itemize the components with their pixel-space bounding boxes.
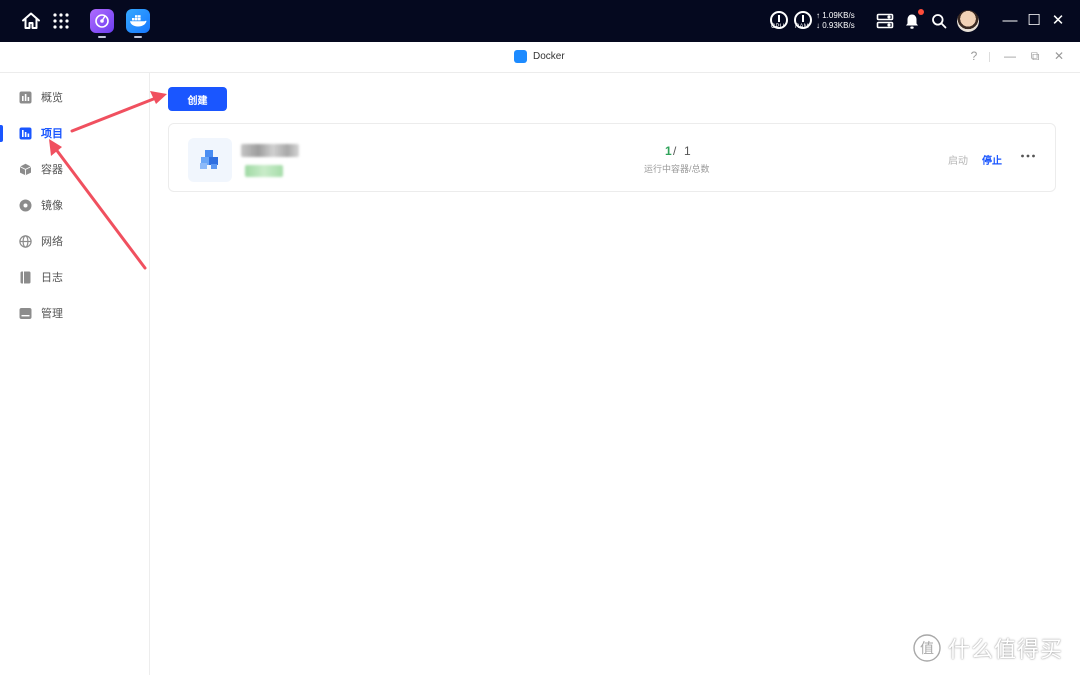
create-button[interactable]: 创建 <box>168 87 227 111</box>
cube-icon <box>19 163 32 176</box>
app-grid-icon[interactable] <box>51 11 71 31</box>
window-restore-button[interactable]: ⧉ <box>1028 49 1042 63</box>
window-titlebar: Docker ? — ⧉ ✕ <box>0 42 1080 73</box>
sidebar-item-network[interactable]: 网络 <box>0 226 149 256</box>
window-close-button[interactable]: ✕ <box>1052 49 1066 63</box>
more-options-icon[interactable] <box>1020 148 1036 164</box>
project-icon <box>188 138 232 182</box>
watermark: 值 什么值得买 <box>912 632 1063 664</box>
sidebar-item-projects[interactable]: 项目 <box>0 118 149 148</box>
sidebar-item-label: 管理 <box>41 308 63 320</box>
search-icon[interactable] <box>929 11 949 31</box>
docker-app-icon[interactable] <box>126 9 150 33</box>
manage-icon <box>19 307 32 320</box>
running-count: 1 <box>665 144 672 158</box>
watermark-logo: 值 <box>913 634 941 662</box>
docker-logo-icon <box>514 50 527 63</box>
running-indicator <box>134 36 142 38</box>
taskbar-maximize-button[interactable]: ☐ <box>1026 12 1042 30</box>
count-label: 运行中容器/总数 <box>644 164 710 174</box>
taskbar-close-button[interactable]: ✕ <box>1050 12 1066 30</box>
window-minimize-button[interactable]: — <box>1003 49 1017 63</box>
titlebar-divider <box>989 52 990 62</box>
annotation-overlay <box>49 91 167 270</box>
taskbar: CPU RAM ↑ 1.09KB/s ↓ 0.93KB/s — ☐ ✕ <box>0 0 1080 42</box>
project-icon <box>19 127 32 140</box>
music-app-icon[interactable] <box>90 9 114 33</box>
project-status-tag-blurred <box>245 165 283 177</box>
taskbar-minimize-button[interactable]: — <box>1002 12 1018 30</box>
start-button[interactable]: 启动 <box>948 152 968 167</box>
sidebar-item-manage[interactable]: 管理 <box>0 298 149 328</box>
sidebar-item-containers[interactable]: 容器 <box>0 154 149 184</box>
total-count: 1 <box>684 144 691 158</box>
stop-button[interactable]: 停止 <box>982 152 1002 167</box>
sidebar-item-label: 概览 <box>41 92 63 104</box>
upload-speed: ↑ 1.09KB/s <box>816 11 855 20</box>
sidebar-item-label: 日志 <box>41 272 63 284</box>
window-title: Docker <box>514 50 565 63</box>
sidebar-item-images[interactable]: 镜像 <box>0 190 149 220</box>
log-icon <box>19 271 32 284</box>
help-button[interactable]: ? <box>967 49 981 63</box>
user-avatar[interactable] <box>957 10 979 32</box>
active-indicator <box>0 125 3 142</box>
sidebar-item-logs[interactable]: 日志 <box>0 262 149 292</box>
sidebar: 概览 项目 容器 镜像 网络 日志 管理 <box>0 73 150 675</box>
watermark-text: 什么值得买 <box>948 637 1064 662</box>
sidebar-item-overview[interactable]: 概览 <box>0 82 149 112</box>
count-separator: / <box>673 144 677 158</box>
home-icon[interactable] <box>20 10 42 32</box>
sidebar-item-label: 镜像 <box>41 200 63 212</box>
project-name-blurred <box>241 144 299 157</box>
globe-icon <box>19 234 32 248</box>
sidebar-item-label: 网络 <box>41 236 63 248</box>
svg-text:值: 值 <box>920 641 934 657</box>
project-card[interactable]: 1 / 1 运行中容器/总数 启动 停止 <box>168 123 1056 192</box>
running-indicator <box>98 36 106 38</box>
chart-icon <box>19 91 32 104</box>
network-speed: ↑ 1.09KB/s ↓ 0.93KB/s <box>816 11 855 31</box>
window-title-text: Docker <box>533 51 565 62</box>
sidebar-item-label: 容器 <box>41 164 63 176</box>
download-speed: ↓ 0.93KB/s <box>816 21 855 30</box>
sidebar-item-label: 项目 <box>41 128 63 140</box>
disc-icon <box>19 199 32 212</box>
cpu-label: CPU <box>771 24 785 30</box>
server-status-icon[interactable] <box>875 11 895 31</box>
ram-label: RAM <box>795 24 809 30</box>
notification-badge <box>918 9 924 15</box>
